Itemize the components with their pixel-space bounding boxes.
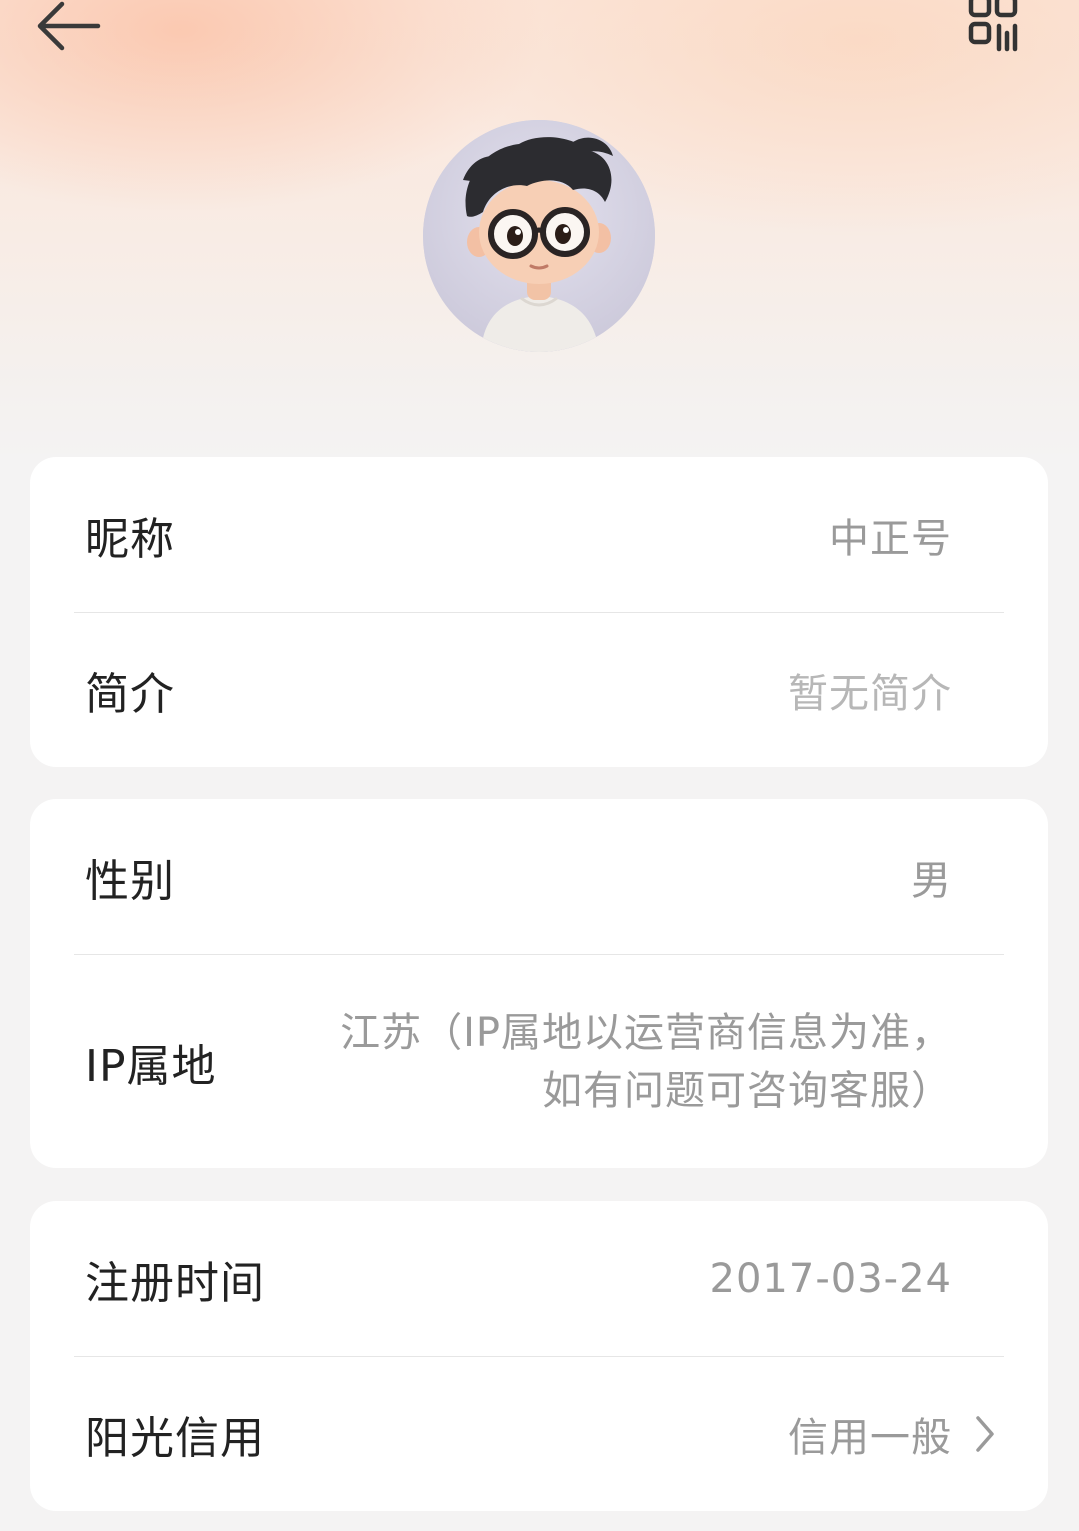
ip-location-value-line2: 如有问题可咨询客服） [542, 1067, 952, 1114]
sunshine-credit-value: 信用一般 [788, 1415, 952, 1461]
account-info-card: 注册时间 2017-03-24 阳光信用 信用一般 [30, 1201, 1048, 1511]
sunshine-credit-label: 阳光信用 [85, 1413, 265, 1464]
arrow-left-icon [37, 1, 101, 51]
bio-row[interactable]: 简介 暂无简介 [30, 613, 1048, 767]
personal-info-card: 性别 男 IP属地 江苏（IP属地以运营商信息为准， 如有问题可咨询客服） [30, 799, 1048, 1168]
bio-value: 暂无简介 [788, 671, 952, 717]
back-button[interactable] [30, 0, 106, 58]
qr-code-icon [968, 0, 1018, 52]
nickname-label: 昵称 [85, 513, 175, 565]
nickname-value: 中正号 [829, 515, 952, 562]
gender-label: 性别 [85, 855, 175, 907]
bio-label: 简介 [85, 669, 175, 720]
ip-location-row: IP属地 江苏（IP属地以运营商信息为准， 如有问题可咨询客服） [30, 955, 1048, 1168]
registration-time-label: 注册时间 [85, 1257, 265, 1309]
ip-location-value: 江苏（IP属地以运营商信息为准， 如有问题可咨询客服） [272, 1004, 952, 1120]
sunshine-credit-row[interactable]: 阳光信用 信用一般 [30, 1357, 1048, 1511]
ip-location-value-line1: 江苏（IP属地以运营商信息为准， [340, 1009, 952, 1056]
ip-location-label: IP属地 [85, 1040, 217, 1092]
avatar[interactable] [423, 120, 655, 352]
nickname-row[interactable]: 昵称 中正号 [30, 457, 1048, 612]
gender-row[interactable]: 性别 男 [30, 799, 1048, 954]
registration-time-row: 注册时间 2017-03-24 [30, 1201, 1048, 1356]
gender-value: 男 [911, 857, 952, 904]
qr-code-button[interactable] [956, 0, 1028, 56]
chevron-right-icon [976, 1416, 994, 1452]
cartoon-boy-with-glasses-avatar [423, 120, 655, 352]
registration-time-value: 2017-03-24 [709, 1255, 952, 1302]
basic-info-card: 昵称 中正号 简介 暂无简介 [30, 457, 1048, 767]
